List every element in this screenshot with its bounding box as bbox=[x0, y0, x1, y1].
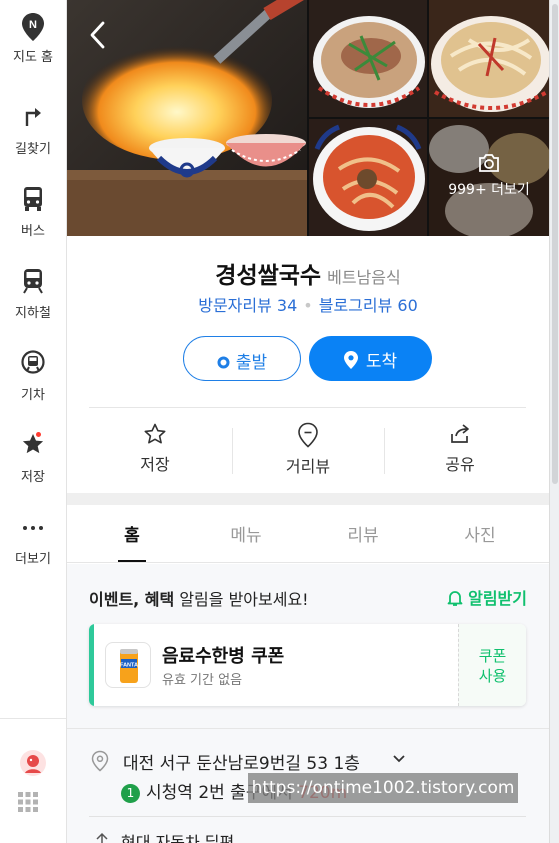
event-notice: 이벤트, 혜택 알림을 받아보세요! bbox=[89, 586, 309, 610]
photo-gallery: 999+ 더보기 bbox=[67, 0, 549, 236]
coupon-card: FANTA 음료수한병 쿠폰 유효 기간 없음 쿠폰사용 bbox=[89, 624, 526, 706]
dot-separator: • bbox=[303, 296, 313, 315]
rail-item-train[interactable]: 기차 bbox=[0, 338, 66, 408]
arrive-label: 도착 bbox=[365, 352, 398, 372]
rail-item-directions[interactable]: 길찾기 bbox=[0, 92, 66, 162]
subway-icon bbox=[23, 269, 43, 294]
review-row: 방문자리뷰 34 • 블로그리뷰 60 bbox=[67, 292, 549, 316]
avatar[interactable] bbox=[19, 749, 47, 777]
tab-menu[interactable]: 메뉴 bbox=[186, 521, 306, 546]
start-label: 출발 bbox=[235, 353, 268, 373]
use-coupon-button[interactable]: 쿠폰사용 bbox=[458, 624, 526, 706]
share-action[interactable]: 공유 bbox=[385, 422, 535, 478]
main-photo[interactable] bbox=[67, 0, 307, 236]
location-pin-icon bbox=[343, 351, 358, 369]
left-nav-rail: N 지도 홈 길찾기 버스 지하철 기차 저장 더보기 bbox=[0, 0, 67, 843]
rail-label: 지하철 bbox=[15, 306, 51, 321]
can-text: FANTA bbox=[120, 663, 138, 669]
scrollbar[interactable] bbox=[549, 0, 559, 843]
place-name: 경성쌀국수 bbox=[215, 263, 322, 289]
photo-more-label: 999+ 더보기 bbox=[448, 182, 530, 198]
chevron-down-icon[interactable] bbox=[392, 754, 406, 764]
divider bbox=[89, 407, 526, 408]
rail-item-bus[interactable]: 버스 bbox=[0, 174, 66, 244]
start-button[interactable]: 출발 bbox=[183, 336, 301, 381]
next-info-row: 현대 자동차 딜편 bbox=[121, 833, 235, 843]
visitor-review-link[interactable]: 방문자리뷰 34 bbox=[198, 296, 297, 315]
rail-label: 더보기 bbox=[15, 552, 51, 567]
bell-icon bbox=[447, 591, 463, 606]
coupon-accent-bar bbox=[89, 624, 94, 706]
rail-label: 저장 bbox=[21, 470, 45, 485]
coupon-action-line1: 쿠폰 bbox=[478, 647, 507, 665]
arrow-up-icon bbox=[96, 832, 108, 843]
new-badge-dot bbox=[36, 432, 41, 437]
star-outline-icon bbox=[144, 423, 166, 444]
rail-label: 기차 bbox=[21, 388, 45, 403]
home-tab-content: 이벤트, 혜택 알림을 받아보세요! 알림받기 FANTA 음료수한병 쿠폰 유… bbox=[67, 564, 549, 843]
action-label: 거리뷰 bbox=[285, 457, 331, 476]
rail-item-more[interactable]: 더보기 bbox=[0, 502, 66, 572]
arrive-button[interactable]: 도착 bbox=[309, 336, 432, 381]
photo-more-overlay[interactable]: 999+ 더보기 bbox=[429, 119, 549, 236]
title-row: 경성쌀국수 베트남음식 bbox=[67, 256, 549, 290]
svg-text:N: N bbox=[29, 19, 37, 31]
alert-label: 알림받기 bbox=[468, 589, 527, 608]
place-detail-screen: N 지도 홈 길찾기 버스 지하철 기차 저장 더보기 999+ 더보기 경성쌀… bbox=[0, 0, 559, 843]
bus-icon bbox=[24, 187, 42, 211]
street-view-action[interactable]: 거리뷰 bbox=[233, 422, 383, 478]
photo-more-tile[interactable]: 999+ 더보기 bbox=[429, 119, 549, 236]
detail-tabs: 홈 메뉴 리뷰 사진 bbox=[67, 505, 549, 563]
share-icon bbox=[451, 424, 469, 443]
spicy-noodle-photo bbox=[309, 119, 427, 236]
coupon-validity: 유효 기간 없음 bbox=[162, 673, 243, 688]
naver-map-logo-icon: N bbox=[22, 13, 44, 41]
street-view-pin-icon bbox=[298, 422, 318, 448]
notice-text: 알림을 받아보세요! bbox=[174, 590, 309, 609]
apps-grid-icon[interactable] bbox=[17, 791, 39, 813]
rail-item-saved[interactable]: 저장 bbox=[0, 420, 66, 490]
photo-thumb-1[interactable] bbox=[309, 0, 427, 117]
rail-label: 길찾기 bbox=[15, 142, 51, 157]
subway-line-badge: 1 bbox=[121, 784, 140, 803]
scrollbar-thumb[interactable] bbox=[552, 4, 558, 484]
notice-bold: 이벤트, 혜택 bbox=[89, 590, 175, 609]
divider bbox=[67, 728, 549, 729]
train-icon bbox=[21, 350, 45, 374]
fanta-can-icon: FANTA bbox=[120, 649, 138, 683]
tab-review[interactable]: 리뷰 bbox=[303, 521, 423, 546]
active-tab-indicator bbox=[118, 560, 146, 562]
address-pin-icon bbox=[91, 750, 109, 772]
rail-bottom bbox=[0, 718, 66, 843]
start-point-icon bbox=[217, 356, 230, 369]
rail-label: 지도 홈 bbox=[12, 50, 53, 65]
rail-item-map-home[interactable]: N 지도 홈 bbox=[0, 0, 66, 70]
camera-icon bbox=[479, 154, 499, 172]
divider bbox=[89, 816, 526, 817]
action-label: 저장 bbox=[140, 455, 170, 474]
tab-photos[interactable]: 사진 bbox=[420, 521, 540, 546]
watermark: https://ontime1002.tistory.com bbox=[248, 773, 518, 803]
address-text[interactable]: 대전 서구 둔산남로9번길 53 1층 bbox=[123, 749, 360, 774]
photo-thumb-2[interactable] bbox=[429, 0, 549, 117]
more-dots-icon bbox=[23, 526, 43, 530]
noodle-bowl-photo bbox=[429, 0, 549, 117]
rail-label: 버스 bbox=[21, 224, 45, 239]
blog-review-link[interactable]: 블로그리뷰 60 bbox=[319, 296, 418, 315]
photo-thumb-3[interactable] bbox=[309, 119, 427, 236]
coupon-thumbnail: FANTA bbox=[105, 642, 151, 688]
action-label: 공유 bbox=[445, 455, 475, 474]
coupon-title: 음료수한병 쿠폰 bbox=[162, 646, 285, 667]
tab-home[interactable]: 홈 bbox=[72, 521, 192, 546]
back-icon[interactable] bbox=[85, 18, 111, 52]
section-gap bbox=[67, 493, 549, 505]
place-category: 베트남음식 bbox=[327, 268, 401, 287]
subscribe-alert-button[interactable]: 알림받기 bbox=[446, 585, 527, 609]
save-action[interactable]: 저장 bbox=[80, 422, 230, 478]
star-icon bbox=[22, 434, 44, 454]
rail-item-subway[interactable]: 지하철 bbox=[0, 256, 66, 326]
noodle-bowl-photo bbox=[309, 0, 427, 117]
coupon-action-line2: 사용 bbox=[478, 667, 507, 685]
directions-arrow-icon bbox=[25, 108, 41, 126]
